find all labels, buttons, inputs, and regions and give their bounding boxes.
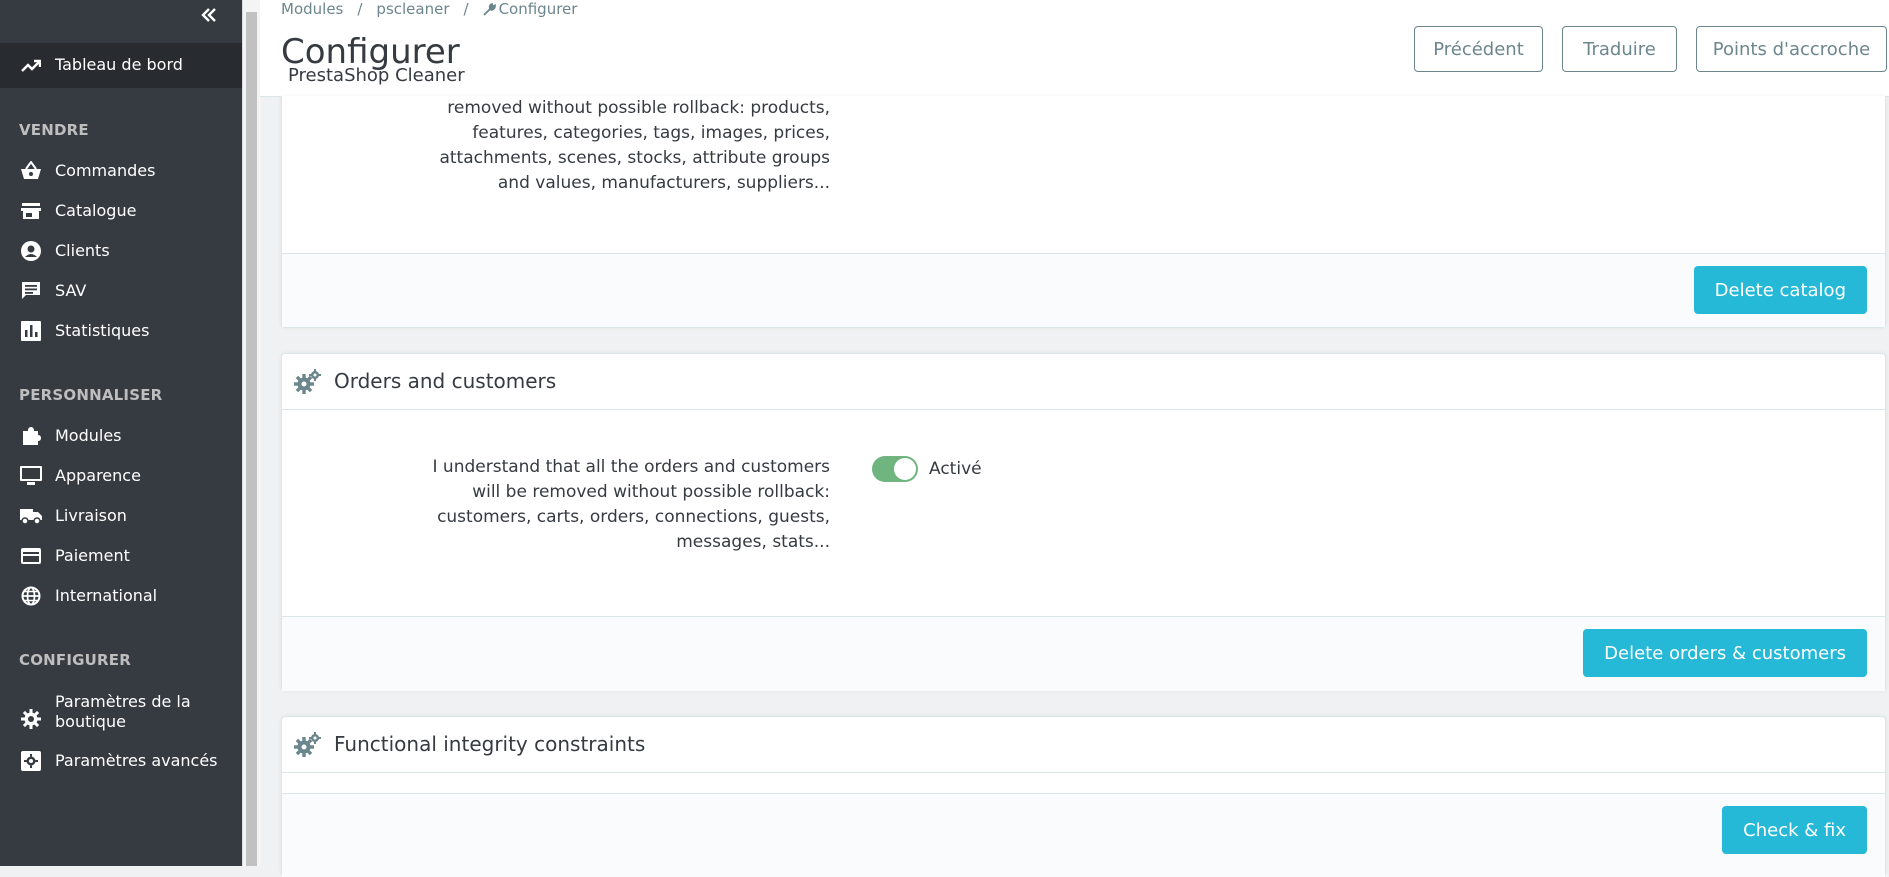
description-line: and values, manufacturers, suppliers... xyxy=(497,173,830,193)
sidebar-item-label: Livraison xyxy=(55,506,127,525)
credit-card-icon xyxy=(20,545,42,567)
description-line: removed without possible rollback: produ… xyxy=(447,98,830,118)
delete-catalog-button[interactable]: Delete catalog xyxy=(1693,266,1867,314)
sidebar-section-vendre: VENDRE xyxy=(19,121,89,139)
orders-customers-panel: Orders and customers I understand that a… xyxy=(281,353,1886,691)
sidebar-item-label: Modules xyxy=(55,426,122,445)
sidebar-item-parametres-avances[interactable]: Paramètres avancés xyxy=(0,741,242,781)
sidebar-item-label: Tableau de bord xyxy=(55,55,183,74)
orders-panel-footer: Delete orders & customers xyxy=(282,616,1885,691)
sidebar-item-modules[interactable]: Modules xyxy=(0,416,242,456)
puzzle-icon xyxy=(20,425,42,447)
sidebar-item-clients[interactable]: Clients xyxy=(0,231,242,271)
sidebar-item-dashboard[interactable]: Tableau de bord xyxy=(0,43,242,88)
gears-icon xyxy=(294,369,321,394)
description-line: messages, stats... xyxy=(676,532,830,552)
hooks-button[interactable]: Points d'accroche xyxy=(1696,26,1887,72)
sidebar: Tableau de bord VENDRE Commandes Catalog… xyxy=(0,0,242,866)
description-line: features, categories, tags, images, pric… xyxy=(472,123,830,143)
sidebar-item-label: Paramètres de la boutique xyxy=(55,692,191,731)
panel-heading: Functional integrity constraints xyxy=(282,717,1885,773)
toggle-label: Activé xyxy=(929,459,982,479)
sidebar-item-international[interactable]: International xyxy=(0,576,242,616)
sidebar-item-statistiques[interactable]: Statistiques xyxy=(0,311,242,351)
chat-icon xyxy=(20,280,42,302)
toggle-knob xyxy=(894,458,916,480)
sidebar-item-label: Apparence xyxy=(55,466,141,485)
scroll-up-arrow-icon[interactable] xyxy=(245,0,258,12)
page-header: Modules / pscleaner / Configurer Configu… xyxy=(260,0,1889,97)
sidebar-item-paiement[interactable]: Paiement xyxy=(0,536,242,576)
confirm-toggle[interactable] xyxy=(872,456,918,482)
catalog-panel: removed without possible rollback: produ… xyxy=(281,96,1886,328)
sidebar-item-parametres-boutique[interactable]: Paramètres de la boutique xyxy=(0,690,242,734)
breadcrumb: Modules / pscleaner / Configurer xyxy=(281,0,577,18)
sidebar-item-livraison[interactable]: Livraison xyxy=(0,496,242,536)
breadcrumb-separator: / xyxy=(463,0,469,18)
sidebar-item-label: Paiement xyxy=(55,546,130,565)
delete-orders-customers-button[interactable]: Delete orders & customers xyxy=(1583,629,1867,677)
breadcrumb-item-configurer: Configurer xyxy=(482,0,578,18)
sidebar-item-label: SAV xyxy=(55,281,87,300)
panel-title: Orders and customers xyxy=(334,369,557,393)
double-chevron-left-icon[interactable] xyxy=(196,4,222,30)
account-circle-icon xyxy=(20,240,42,262)
description-line: I understand that all the orders and cus… xyxy=(432,457,831,477)
sidebar-item-sav[interactable]: SAV xyxy=(0,271,242,311)
catalog-description: removed without possible rollback: produ… xyxy=(410,96,830,196)
wrench-icon xyxy=(482,2,496,16)
gears-icon xyxy=(294,732,321,757)
sidebar-item-label: Clients xyxy=(55,241,110,260)
sidebar-item-label: Statistiques xyxy=(55,321,150,340)
sidebar-item-label: Catalogue xyxy=(55,201,137,220)
globe-icon xyxy=(20,585,42,607)
gear-icon xyxy=(20,708,42,730)
check-fix-button[interactable]: Check & fix xyxy=(1722,806,1867,854)
breadcrumb-current-label: Configurer xyxy=(498,0,578,18)
sidebar-item-label: International xyxy=(55,586,158,605)
breadcrumb-separator: / xyxy=(357,0,363,18)
truck-icon xyxy=(20,505,42,527)
sidebar-item-label: Commandes xyxy=(55,161,156,180)
bar-chart-icon xyxy=(20,320,42,342)
sidebar-item-label: Paramètres avancés xyxy=(55,751,218,770)
page-subtitle: PrestaShop Cleaner xyxy=(288,65,465,86)
store-icon xyxy=(20,200,42,222)
catalog-panel-footer: Delete catalog xyxy=(282,253,1885,327)
orders-description: I understand that all the orders and cus… xyxy=(410,455,831,555)
description-line: customers, carts, orders, connections, g… xyxy=(437,507,830,527)
sidebar-item-catalogue[interactable]: Catalogue xyxy=(0,191,242,231)
translate-button[interactable]: Traduire xyxy=(1562,26,1677,72)
basket-icon xyxy=(20,160,42,182)
breadcrumb-item-modules[interactable]: Modules xyxy=(281,0,343,18)
sidebar-scrollbar-thumb[interactable] xyxy=(246,0,257,866)
panel-heading: Orders and customers xyxy=(282,354,1885,410)
trending-up-icon xyxy=(20,55,42,77)
integrity-panel: Functional integrity constraints Check &… xyxy=(281,716,1886,877)
back-button[interactable]: Précédent xyxy=(1414,26,1543,72)
sidebar-item-apparence[interactable]: Apparence xyxy=(0,456,242,496)
settings-applications-icon xyxy=(20,750,42,772)
description-line: attachments, scenes, stocks, attribute g… xyxy=(439,148,830,168)
integrity-panel-footer: Check & fix xyxy=(282,793,1885,877)
description-line: will be removed without possible rollbac… xyxy=(472,482,830,502)
sidebar-section-configurer: CONFIGURER xyxy=(19,651,131,669)
panel-title: Functional integrity constraints xyxy=(334,732,646,756)
desktop-icon xyxy=(20,465,42,487)
sidebar-item-commandes[interactable]: Commandes xyxy=(0,151,242,191)
breadcrumb-item-pscleaner[interactable]: pscleaner xyxy=(376,0,449,18)
sidebar-section-personnaliser: PERSONNALISER xyxy=(19,386,163,404)
